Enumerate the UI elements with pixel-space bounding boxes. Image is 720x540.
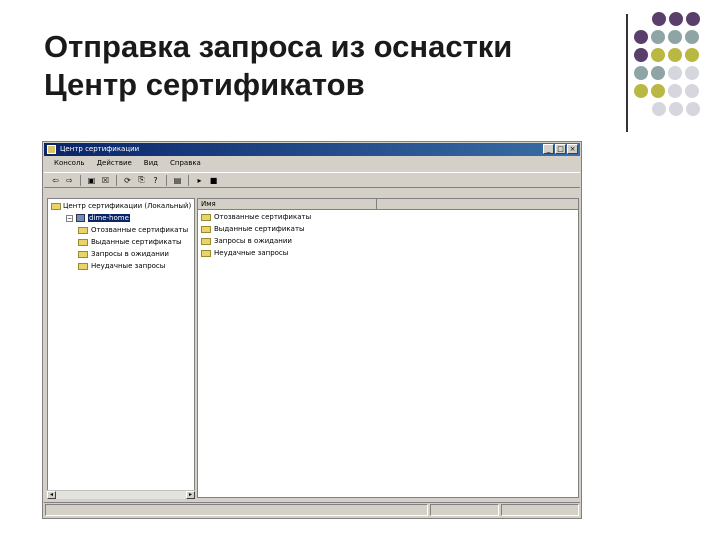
decorative-dot <box>652 102 666 116</box>
close-button[interactable]: × <box>567 144 578 154</box>
console-tree-pane: Центр сертификации (Локальный) − dime-ho… <box>47 198 195 498</box>
decorative-dot <box>685 48 699 62</box>
window-titlebar[interactable]: Центр сертификации _ □ × <box>44 143 580 156</box>
decorative-dot <box>668 48 682 62</box>
decorative-dot <box>686 12 700 26</box>
decorative-dot <box>668 30 682 44</box>
certificate-app-icon <box>47 145 56 154</box>
menu-console[interactable]: Консоль <box>54 159 85 167</box>
folder-icon <box>78 250 88 258</box>
tree-ca-label: dime-home <box>88 214 130 222</box>
list-item-label: Выданные сертификаты <box>214 225 305 233</box>
folder-icon <box>201 213 211 221</box>
decorative-dot-grid <box>634 12 718 132</box>
decorative-dot <box>685 30 699 44</box>
list-item[interactable]: Неудачные запросы <box>201 248 288 258</box>
tree-item-label: Неудачные запросы <box>91 262 166 270</box>
tree-item-revoked[interactable]: Отозванные сертификаты <box>78 225 188 235</box>
decorative-dot <box>669 12 683 26</box>
list-item[interactable]: Отозванные сертификаты <box>201 212 311 222</box>
scroll-left-icon[interactable]: ◂ <box>47 491 56 499</box>
status-cell-main <box>45 504 428 516</box>
column-header-name[interactable]: Имя <box>198 199 578 210</box>
properties-icon[interactable]: ☒ <box>100 175 111 186</box>
toolbar-separator <box>166 174 167 186</box>
window-title: Центр сертификации <box>60 145 140 153</box>
details-pane: Имя Отозванные сертификаты Выданные серт… <box>197 198 579 498</box>
list-item-label: Неудачные запросы <box>214 249 289 257</box>
slide-title-line1: Отправка запроса из оснастки <box>44 29 513 64</box>
folder-icon <box>201 249 211 257</box>
server-icon <box>76 214 85 222</box>
minimize-button[interactable]: _ <box>543 144 554 154</box>
tree-item-label: Запросы в ожидании <box>91 250 169 258</box>
folder-icon <box>201 237 211 245</box>
scroll-right-icon[interactable]: ▸ <box>186 491 195 499</box>
back-arrow-icon[interactable]: ⇦ <box>50 175 61 186</box>
tree-root-label: Центр сертификации (Локальный) <box>63 202 192 210</box>
decorative-dot <box>652 12 666 26</box>
decorative-dot <box>685 66 699 80</box>
list-item-label: Отозванные сертификаты <box>214 213 312 221</box>
folder-icon <box>201 225 211 233</box>
tree-horizontal-scrollbar[interactable]: ◂ ▸ <box>47 490 195 499</box>
list-item[interactable]: Выданные сертификаты <box>201 224 305 234</box>
menu-help[interactable]: Справка <box>170 159 201 167</box>
decorative-dot <box>651 30 665 44</box>
collapse-icon[interactable]: − <box>66 214 73 222</box>
column-header-label: Имя <box>201 200 216 208</box>
toolbar-separator <box>116 174 117 186</box>
decorative-dot <box>651 48 665 62</box>
folder-icon <box>78 226 88 234</box>
folder-icon <box>78 238 88 246</box>
forward-arrow-icon[interactable]: ⇨ <box>64 175 75 186</box>
menu-view[interactable]: Вид <box>144 159 158 167</box>
folder-icon <box>78 262 88 270</box>
tree-item-failed[interactable]: Неудачные запросы <box>78 261 165 271</box>
decorative-dot <box>651 66 665 80</box>
decorative-dot <box>668 84 682 98</box>
menu-action[interactable]: Действие <box>97 159 132 167</box>
column-divider[interactable] <box>376 199 377 209</box>
tree-item-label: Отозванные сертификаты <box>91 226 189 234</box>
refresh-icon[interactable]: ⟳ <box>122 175 133 186</box>
toolbar: ⇦ ⇨ ▣ ☒ ⟳ ⎘ ? ▤ ▸ ■ <box>44 172 580 188</box>
tree-item-issued[interactable]: Выданные сертификаты <box>78 237 182 247</box>
decorative-dot <box>685 84 699 98</box>
decorative-divider <box>626 14 628 132</box>
decorative-dot <box>634 84 648 98</box>
decorative-dot <box>634 30 648 44</box>
slide-title-line2: Центр сертификатов <box>44 67 365 102</box>
status-bar <box>44 502 580 517</box>
tree-ca-node[interactable]: − dime-home <box>66 213 130 223</box>
toolbar-separator <box>80 174 81 186</box>
maximize-button[interactable]: □ <box>555 144 566 154</box>
menu-bar: Консоль Действие Вид Справка <box>44 157 580 169</box>
start-service-icon[interactable]: ▸ <box>194 175 205 186</box>
list-item[interactable]: Запросы в ожидании <box>201 236 292 246</box>
status-cell-2 <box>429 504 500 516</box>
tree-root[interactable]: Центр сертификации (Локальный) <box>51 201 191 211</box>
mmc-window: Центр сертификации _ □ × Консоль Действи… <box>42 141 582 519</box>
folder-up-icon[interactable]: ▣ <box>86 175 97 186</box>
help-icon[interactable]: ? <box>150 175 161 186</box>
list-item-label: Запросы в ожидании <box>214 237 292 245</box>
toolbar-separator <box>188 174 189 186</box>
console-tree-icon[interactable]: ▤ <box>172 175 183 186</box>
ca-folder-icon <box>51 202 61 210</box>
decorative-dot <box>668 66 682 80</box>
decorative-dot <box>669 102 683 116</box>
stop-service-icon[interactable]: ■ <box>208 175 219 186</box>
decorative-dot <box>651 84 665 98</box>
slide-title: Отправка запроса из оснастки Центр серти… <box>44 28 512 104</box>
tree-item-pending[interactable]: Запросы в ожидании <box>78 249 169 259</box>
decorative-dot <box>686 102 700 116</box>
tree-item-label: Выданные сертификаты <box>91 238 182 246</box>
status-cell-3 <box>501 504 579 516</box>
decorative-dot <box>634 48 648 62</box>
decorative-dot <box>634 66 648 80</box>
export-icon[interactable]: ⎘ <box>136 175 147 186</box>
